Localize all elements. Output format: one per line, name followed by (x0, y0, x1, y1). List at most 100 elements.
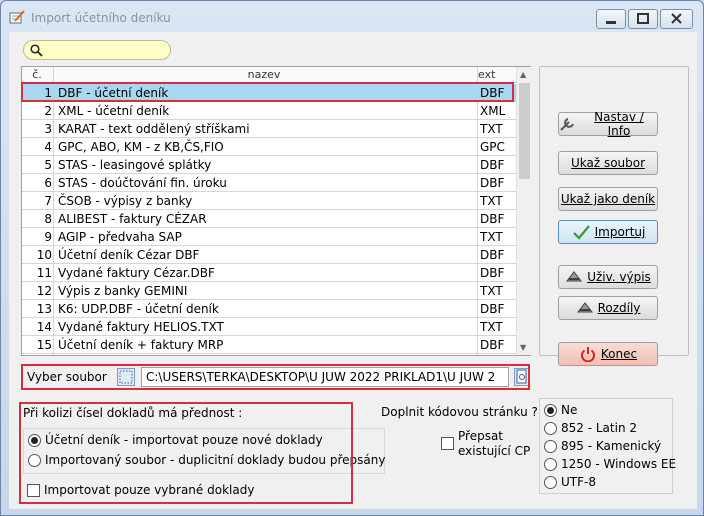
list-item[interactable]: 4 GPC, ABO, KM - z KB,ČS,FIO GPC (22, 138, 516, 156)
import-format-list[interactable]: č. nazev ext 1 DBF - účetní deník DBF 2 XML … (21, 66, 531, 356)
highlight-file-selector (21, 364, 530, 390)
codepage-option[interactable]: Ne (544, 403, 577, 417)
list-item[interactable]: 13 K6: UDP.DBF - účetní deník DBF (22, 300, 516, 318)
close-window-button[interactable] (660, 9, 693, 29)
scanner-icon (566, 271, 583, 282)
list-item-number: 11 (36, 266, 52, 280)
list-item-number: 10 (36, 248, 52, 262)
list-item-ext: TXT (480, 230, 503, 244)
action-buttons-panel: Nastav / Info Ukaž soubor Ukaž jako dení… (539, 66, 689, 366)
user-statement-label: Uživ. výpis (587, 270, 651, 284)
list-item-ext: XML (480, 104, 506, 118)
scroll-up-icon[interactable]: ▲ (520, 70, 526, 79)
list-item-ext: TXT (480, 194, 503, 208)
list-item-name: KARAT - text oddělený stříškami (58, 122, 250, 136)
codepage-option[interactable]: UTF-8 (544, 475, 596, 489)
scrollbar-thumb[interactable] (519, 83, 530, 179)
list-item-name: Výpis z banky GEMINI (58, 284, 188, 298)
column-header-name[interactable]: nazev (54, 68, 474, 81)
list-item-number: 15 (36, 338, 52, 352)
list-item[interactable]: 7 ČSOB - výpisy z banky TXT (22, 192, 516, 210)
list-item-ext: DBF (480, 338, 505, 352)
show-as-journal-label: Ukaž jako deník (560, 192, 656, 206)
codepage-option[interactable]: 852 - Latin 2 (544, 421, 637, 435)
list-item[interactable]: 6 STAS - doúčtování fin. úroku DBF (22, 174, 516, 192)
search-icon (30, 44, 43, 57)
codepage-option-label: 852 - Latin 2 (561, 421, 637, 435)
minimize-button[interactable] (596, 9, 626, 29)
list-item[interactable]: 10 Účetní deník Cézar DBF DBF (22, 246, 516, 264)
power-icon (580, 347, 595, 362)
list-item-number: 5 (44, 158, 52, 172)
setup-info-button[interactable]: Nastav / Info (558, 110, 658, 138)
highlight-collision-group (19, 402, 353, 504)
list-item-name: AGIP - předvaha SAP (58, 230, 182, 244)
list-item-ext: TXT (480, 284, 503, 298)
list-item-name: STAS - leasingové splátky (58, 158, 212, 172)
column-header-number[interactable]: č. (22, 68, 52, 81)
show-file-label: Ukaž soubor (570, 156, 646, 170)
close-dialog-button[interactable]: Konec (558, 342, 658, 366)
maximize-icon (637, 13, 649, 24)
codepage-question: Doplnit kódovou stránku ? (381, 405, 538, 419)
import-window: Import účetního deníku č. nazev ext 1 DB… (0, 0, 704, 516)
list-item[interactable]: 8 ALIBEST - faktury CÉZAR DBF (22, 210, 516, 228)
title-bar[interactable]: Import účetního deníku (1, 1, 703, 31)
overwrite-cp-checkbox[interactable] (441, 437, 454, 450)
column-header-ext[interactable]: ext (478, 68, 495, 81)
codepage-options: Ne 852 - Latin 2 895 - Kamenický 1250 - Win… (539, 398, 676, 494)
search-input[interactable] (23, 40, 171, 60)
list-item-name: ČSOB - výpisy z banky (58, 194, 193, 208)
list-item[interactable]: 15 Účetní deník + faktury MRP DBF (22, 336, 516, 354)
window-title: Import účetního deníku (31, 11, 171, 25)
radio-button[interactable] (544, 421, 557, 435)
close-icon (671, 13, 682, 24)
list-item-name: STAS - doúčtování fin. úroku (58, 176, 227, 190)
list-item-number: 4 (44, 140, 52, 154)
list-item-number: 8 (44, 212, 52, 226)
radio-button[interactable] (544, 439, 557, 453)
list-item[interactable]: 2 XML - účetní deník XML (22, 102, 516, 120)
close-dialog-label: Konec (600, 347, 638, 361)
wrench-icon (560, 118, 574, 131)
list-item[interactable]: 9 AGIP - předvaha SAP TXT (22, 228, 516, 246)
overwrite-cp-line1: Přepsat (458, 429, 504, 443)
radio-button[interactable] (544, 403, 557, 417)
app-edit-icon (9, 10, 25, 24)
differences-button[interactable]: Rozdíly (558, 296, 658, 320)
list-item-name: ALIBEST - faktury CÉZAR (58, 212, 207, 226)
list-item[interactable]: 3 KARAT - text oddělený stříškami TXT (22, 120, 516, 138)
codepage-option[interactable]: 895 - Kamenický (544, 439, 661, 453)
list-item-name: Účetní deník + faktury MRP (58, 338, 224, 352)
list-item[interactable]: 11 Vydané faktury Cézar.DBF DBF (22, 264, 516, 282)
show-file-button[interactable]: Ukaž soubor (558, 151, 658, 175)
list-item-number: 13 (36, 302, 52, 316)
overwrite-cp-line2: existující CP (458, 444, 531, 458)
codepage-option-label: 1250 - Windows EE (561, 457, 677, 471)
list-item[interactable]: 14 Vydané faktury HELIOS.TXT TXT (22, 318, 516, 336)
radio-button[interactable] (544, 475, 557, 489)
list-item-ext: TXT (480, 122, 503, 136)
list-item-name: Vydané faktury Cézar.DBF (58, 266, 215, 280)
scroll-down-icon[interactable]: ▼ (520, 343, 526, 352)
list-scrollbar[interactable]: ▲ ▼ (516, 67, 531, 355)
user-statement-button[interactable]: Uživ. výpis (558, 265, 658, 289)
list-item-ext: DBF (480, 212, 505, 226)
import-button[interactable]: Importuj (558, 220, 658, 244)
list-item[interactable]: 12 Výpis z banky GEMINI TXT (22, 282, 516, 300)
radio-button[interactable] (544, 457, 557, 471)
list-item-ext: DBF (480, 158, 505, 172)
maximize-button[interactable] (628, 9, 658, 29)
list-item-number: 7 (44, 194, 52, 208)
overwrite-cp-label: Přepsat existující CP (458, 429, 530, 459)
list-item-ext: TXT (480, 320, 503, 334)
overwrite-cp-checkbox-row[interactable]: Přepsat existující CP (441, 429, 530, 459)
codepage-option-label: Ne (561, 403, 578, 417)
show-as-journal-button[interactable]: Ukaž jako deník (558, 187, 658, 211)
list-item[interactable]: 5 STAS - leasingové splátky DBF (22, 156, 516, 174)
list-header: č. nazev ext (22, 67, 516, 83)
list-item-name: Účetní deník Cézar DBF (58, 248, 200, 262)
codepage-option[interactable]: 1250 - Windows EE (544, 457, 676, 471)
highlight-selected-row (21, 82, 514, 102)
minimize-icon (606, 21, 616, 24)
